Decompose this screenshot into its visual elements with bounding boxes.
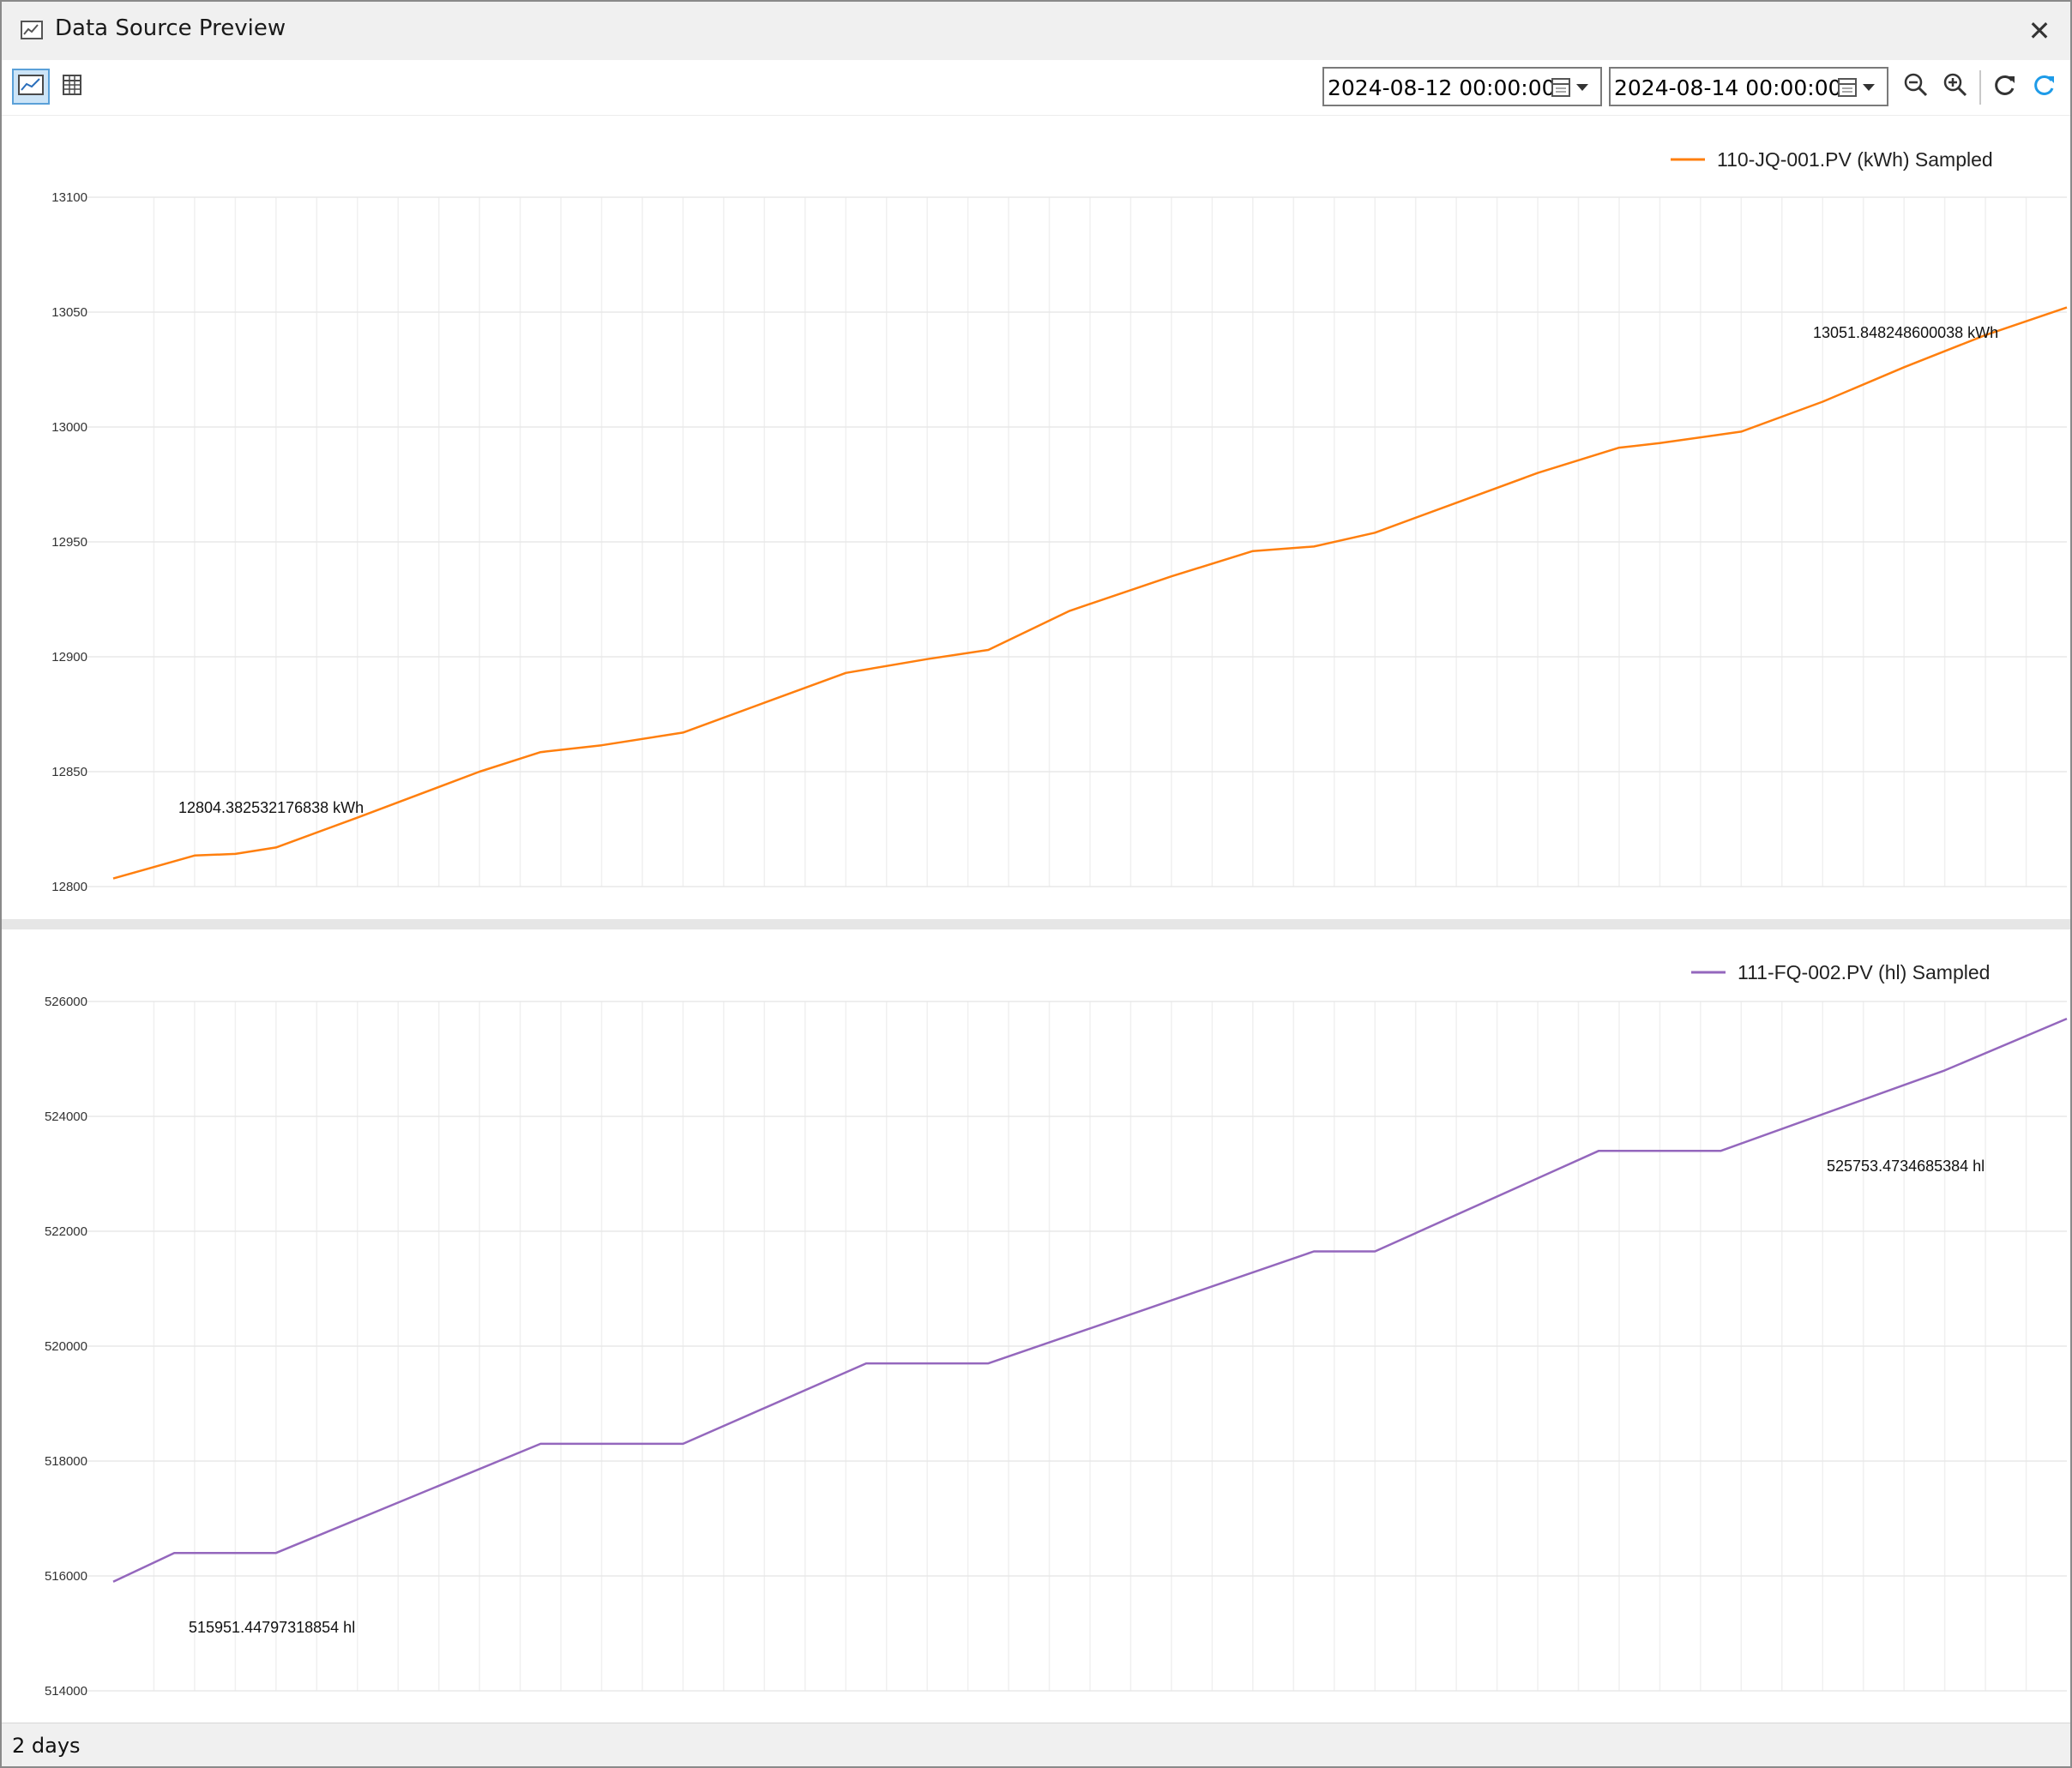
chart-window-icon [21, 21, 43, 39]
energy-chart[interactable]: 128001285012900129501300013050131002024-… [2, 115, 2069, 919]
time-range-label: 2 days [12, 1734, 81, 1758]
y-tick-label: 526000 [45, 995, 87, 1009]
y-tick-label: 12950 [51, 535, 87, 550]
y-tick-label: 12900 [51, 650, 87, 665]
refresh-icon [1993, 73, 2017, 100]
value-annotation: 525753.4734685384 hl [1827, 1158, 1985, 1175]
y-tick-label: 520000 [45, 1339, 87, 1354]
zoom-out-icon [1903, 72, 1929, 101]
close-icon[interactable]: ✕ [2024, 15, 2055, 46]
zoom-in-icon [1942, 72, 1968, 101]
y-tick-label: 522000 [45, 1224, 87, 1239]
zoom-in-button[interactable] [1936, 69, 1974, 105]
end-datetime-value[interactable]: 2024-08-14 00:00:00 [1614, 75, 1842, 100]
panel-separator[interactable] [2, 919, 2070, 929]
title-bar: Data Source Preview ✕ [2, 2, 2070, 60]
start-datetime-picker[interactable]: 2024-08-12 00:00:00 [1322, 67, 1602, 106]
y-tick-label: 524000 [45, 1110, 87, 1124]
toolbar: 2024-08-12 00:00:00 2024-08-14 00:00:00 [2, 60, 2070, 116]
calendar-icon[interactable] [1837, 77, 1882, 98]
value-annotation: 13051.848248600038 kWh [1813, 324, 1998, 341]
chart-view-icon [18, 75, 44, 99]
status-bar: 2 days [2, 1723, 2070, 1766]
y-tick-label: 516000 [45, 1569, 87, 1584]
y-tick-label: 12800 [51, 880, 87, 894]
calendar-icon[interactable] [1551, 77, 1595, 98]
refresh-button[interactable] [1986, 69, 2024, 105]
legend-label[interactable]: 111-FQ-002.PV (hl) Sampled [1738, 961, 1990, 983]
y-tick-label: 13000 [51, 420, 87, 435]
end-datetime-picker[interactable]: 2024-08-14 00:00:00 [1609, 67, 1888, 106]
charts-area: 128001285012900129501300013050131002024-… [2, 115, 2070, 1723]
y-tick-label: 518000 [45, 1454, 87, 1469]
volume-chart[interactable]: 514000 516000 518000 520000 522000 524000 5260… [2, 929, 2069, 1723]
y-tick-label: 12850 [51, 765, 87, 779]
value-annotation: 515951.44797318854 hl [189, 1619, 355, 1636]
zoom-out-button[interactable] [1897, 69, 1935, 105]
start-datetime-value[interactable]: 2024-08-12 00:00:00 [1328, 75, 1556, 100]
data-source-preview-window: Data Source Preview ✕ 2024-08-12 00:00:0… [0, 0, 2072, 1768]
auto-refresh-button[interactable] [2026, 69, 2063, 105]
toolbar-divider [1979, 70, 1981, 105]
window-title: Data Source Preview [55, 15, 286, 41]
legend-label[interactable]: 110-JQ-001.PV (kWh) Sampled [1717, 148, 1993, 171]
table-view-button[interactable] [53, 69, 91, 105]
auto-refresh-icon [2033, 73, 2057, 100]
table-view-icon [63, 75, 81, 99]
y-tick-label: 514000 [45, 1684, 87, 1699]
y-tick-label: 13050 [51, 305, 87, 320]
y-tick-label: 13100 [51, 190, 87, 205]
chart-view-button[interactable] [12, 69, 50, 105]
value-annotation: 12804.382532176838 kWh [178, 799, 364, 816]
